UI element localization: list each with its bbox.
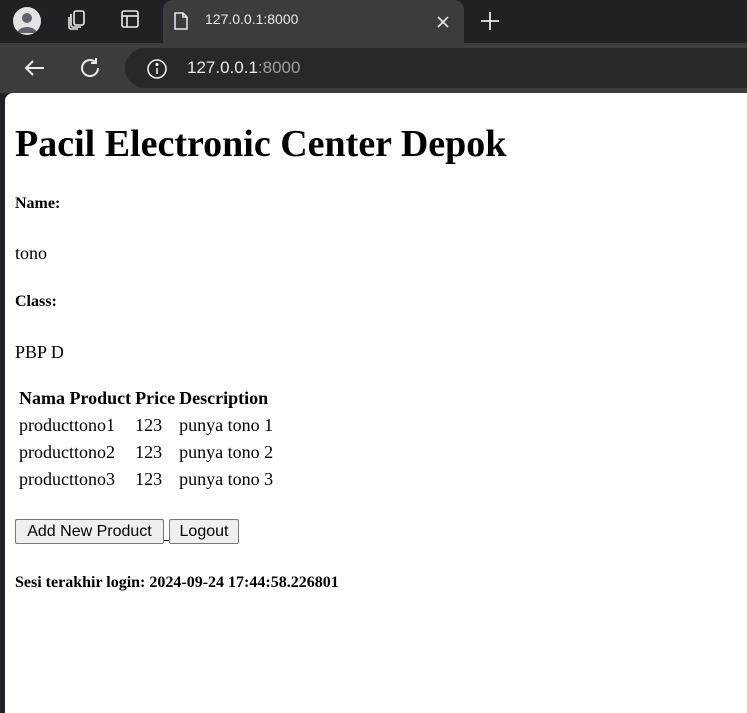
add-new-product-button[interactable]: Add New Product (15, 519, 164, 544)
back-arrow-icon (20, 60, 50, 87)
product-price-cell: 123 (135, 469, 163, 489)
reload-button[interactable] (75, 53, 105, 83)
last-login-text: Sesi terakhir login: 2024-09-24 17:44:58… (15, 574, 339, 591)
sidebar-button[interactable] (115, 6, 145, 36)
close-icon[interactable] (433, 12, 453, 32)
column-header: Price (135, 388, 176, 408)
tab-title: 127.0.0.1:8000 (205, 11, 299, 27)
column-header: Nama Product (19, 388, 132, 408)
address-bar[interactable]: 127.0.0.1:8000 (125, 48, 747, 88)
reload-icon (75, 58, 105, 87)
sidebar-panel-icon (120, 9, 140, 33)
class-value: PBP D (15, 342, 64, 362)
product-description-cell: punya tono 2 (179, 442, 274, 462)
column-header: Description (179, 388, 269, 408)
product-price-cell: 123 (135, 442, 163, 462)
profile-button[interactable] (12, 6, 42, 36)
url-port: :8000 (257, 58, 301, 77)
product-table: Nama Product Price Description productto… (16, 384, 276, 494)
tab-strip: 127.0.0.1:8000 (0, 0, 747, 43)
product-name-cell: producttono1 (19, 415, 115, 435)
new-tab-button[interactable] (476, 7, 504, 35)
name-label: Name: (15, 195, 61, 212)
page-viewport: Pacil Electronic Center Depok Name: tono… (5, 93, 747, 713)
url-text[interactable]: 127.0.0.1:8000 (187, 58, 300, 78)
info-icon[interactable] (146, 58, 168, 80)
product-description-cell: punya tono 3 (179, 469, 274, 489)
product-name-cell: producttono2 (19, 442, 115, 462)
table-row: producttono2 123 punya tono 2 (18, 440, 274, 465)
profile-avatar-icon (13, 7, 41, 35)
page-title: Pacil Electronic Center Depok (15, 123, 507, 165)
table-row: producttono3 123 punya tono 3 (18, 467, 274, 492)
product-description-cell: punya tono 1 (179, 415, 274, 435)
logout-button[interactable]: Logout (169, 519, 239, 544)
collections-icon (66, 8, 88, 34)
back-button[interactable] (20, 53, 50, 83)
table-row: producttono1 123 punya tono 1 (18, 413, 274, 438)
browser-toolbar: 127.0.0.1:8000 (0, 43, 747, 93)
page-icon (172, 11, 190, 35)
url-host: 127.0.0.1 (187, 58, 258, 77)
name-value: tono (15, 243, 48, 263)
collections-button[interactable] (62, 6, 92, 36)
plus-icon (476, 12, 504, 39)
class-label: Class: (15, 293, 57, 310)
active-tab[interactable]: 127.0.0.1:8000 (163, 0, 464, 43)
product-price-cell: 123 (135, 415, 163, 435)
table-header-row: Nama Product Price Description (18, 386, 274, 411)
product-name-cell: producttono3 (19, 469, 115, 489)
